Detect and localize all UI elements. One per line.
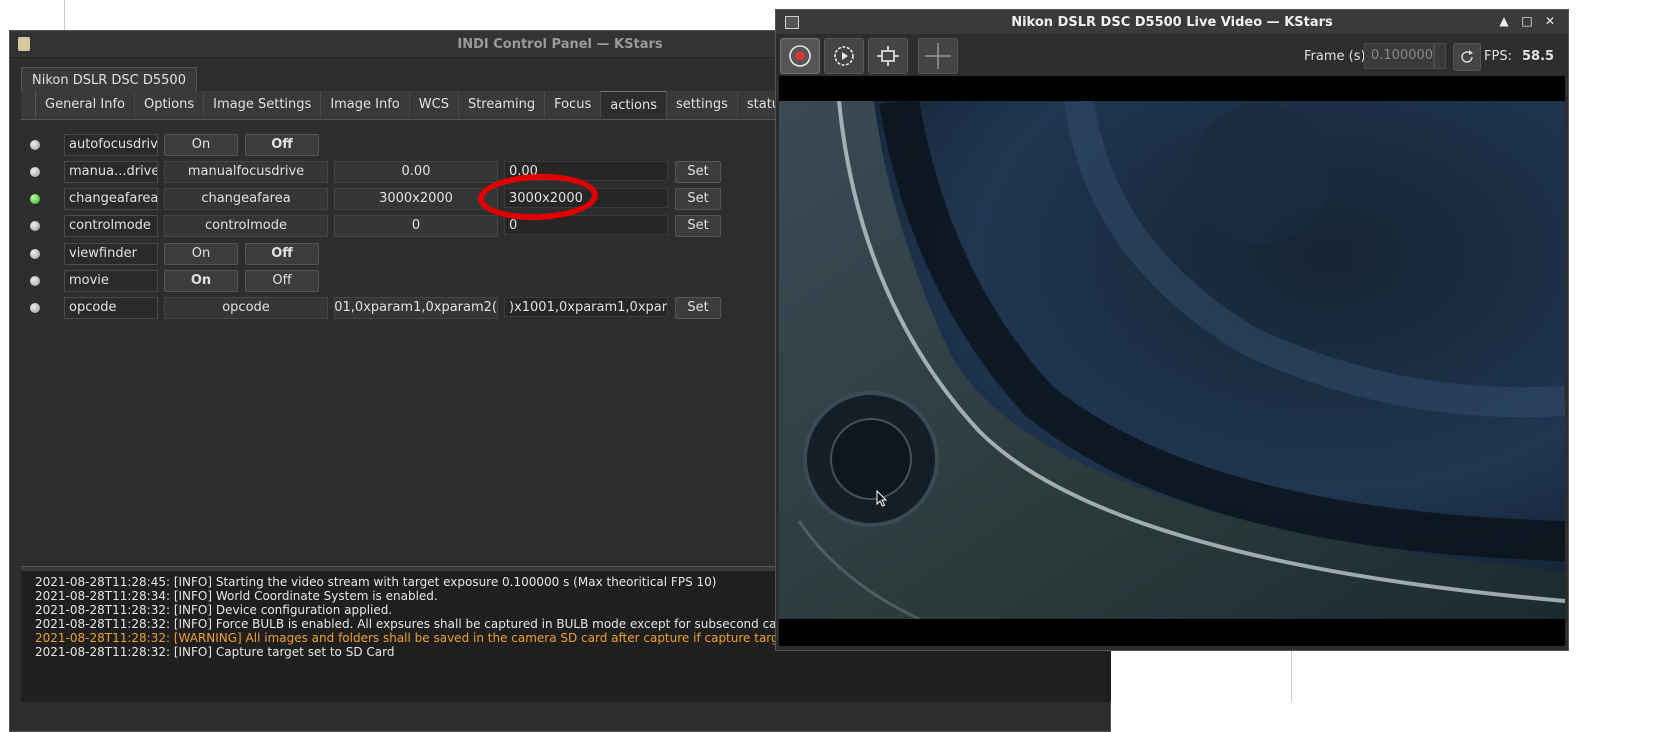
property-row-controlmode: controlmode controlmode 0 0 Set [10,215,770,237]
current-value: 3000x2000 [334,188,498,210]
movie-off-button[interactable]: Off [245,270,319,292]
status-led [30,221,40,231]
record-options-button[interactable] [824,38,864,74]
opcode-input[interactable]: )x1001,0xparam1,0xparam2 [504,297,668,317]
desktop-divider [1291,648,1292,701]
tab-general-info[interactable]: General Info [36,91,135,118]
tab-options[interactable]: Options [134,91,205,118]
property-row-movie: movie On Off [10,270,770,292]
property-label: opcode [64,297,158,319]
property-label: controlmode [64,215,158,237]
frame-label: Frame (s) [1304,49,1366,64]
fps-label: FPS: [1484,49,1512,64]
tab-wcs[interactable]: WCS [409,91,459,118]
property-row-viewfinder: viewfinder On Off [10,243,770,265]
manualfocusdrive-set-button[interactable]: Set [675,161,721,183]
record-icon [789,45,811,67]
property-label: autofocusdrive [64,134,158,156]
property-row-manualfocusdrive: manua...drive manualfocusdrive 0.00 0.00… [10,161,770,183]
reset-frame-button[interactable] [1453,43,1481,71]
property-row-opcode: opcode opcode )x1001,0xparam1,0xparam2 )… [10,297,770,319]
window-menu-icon[interactable] [785,16,799,29]
close-icon[interactable]: ✕ [1543,14,1557,28]
frame-crop-icon [877,46,899,66]
crosshair-button[interactable] [918,38,958,74]
tab-image-settings[interactable]: Image Settings [204,91,322,118]
status-led [30,140,40,150]
element-label: changeafarea [164,188,328,210]
tab-settings[interactable]: settings [667,91,738,118]
crosshair-icon [925,43,951,69]
element-label: controlmode [164,215,328,237]
current-value: 0.00 [334,161,498,183]
property-label: viewfinder [64,243,158,265]
tab-focus[interactable]: Focus [545,91,602,118]
video-titlebar[interactable]: Nikon DSLR DSC D5500 Live Video — KStars… [776,10,1568,34]
frame-exposure-input[interactable]: 0.100000 [1364,43,1434,69]
live-video-window: Nikon DSLR DSC D5500 Live Video — KStars… [775,9,1569,651]
status-led [30,194,40,204]
subframe-button[interactable] [868,38,908,74]
record-button[interactable] [780,38,820,74]
status-led [30,167,40,177]
property-row-changeafarea: changeafarea changeafarea 3000x2000 3000… [10,188,770,210]
kstars-app-icon [18,37,30,51]
tab-scroll-left[interactable] [21,91,36,118]
property-row-autofocusdrive: autofocusdrive On Off [10,134,770,156]
status-led [30,276,40,286]
movie-on-button[interactable]: On [164,270,238,292]
element-label: opcode [164,297,328,319]
keep-above-icon[interactable]: ▲ [1497,14,1511,28]
status-led [30,303,40,313]
viewfinder-off-button[interactable]: Off [245,243,319,265]
play-gear-icon [834,46,854,66]
video-toolbar: Frame (s) 0.100000 FPS: 58.5 [776,35,1568,77]
video-frame-canvas[interactable] [779,76,1565,646]
property-label: changeafarea [64,188,158,210]
property-label: movie [64,270,158,292]
indi-window-title: INDI Control Panel — KStars [457,36,663,52]
tab-actions[interactable]: actions [601,91,668,119]
desktop-divider [64,0,65,30]
viewfinder-on-button[interactable]: On [164,243,238,265]
current-value: )x1001,0xparam1,0xparam2 [334,297,498,319]
video-window-title: Nikon DSLR DSC D5500 Live Video — KStars [1011,14,1333,30]
frame-spinbox-arrows[interactable] [1434,43,1446,69]
element-label: manualfocusdrive [164,161,328,183]
fps-value: 58.5 [1522,49,1555,64]
current-value: 0 [334,215,498,237]
changeafarea-set-button[interactable]: Set [675,188,721,210]
maximize-icon[interactable]: □ [1520,14,1534,28]
autofocusdrive-off-button[interactable]: Off [245,134,319,156]
camera-lens-image [779,101,1565,619]
tab-image-info[interactable]: Image Info [321,91,410,118]
controlmode-set-button[interactable]: Set [675,215,721,237]
mouse-cursor-icon [876,490,888,507]
property-label: manua...drive [64,161,158,183]
tab-streaming[interactable]: Streaming [458,91,546,118]
opcode-set-button[interactable]: Set [675,297,721,319]
status-led [30,249,40,259]
live-video-image [779,101,1565,619]
autofocusdrive-on-button[interactable]: On [164,134,238,156]
refresh-icon [1461,50,1473,63]
device-tab[interactable]: Nikon DSLR DSC D5500 [21,67,197,93]
